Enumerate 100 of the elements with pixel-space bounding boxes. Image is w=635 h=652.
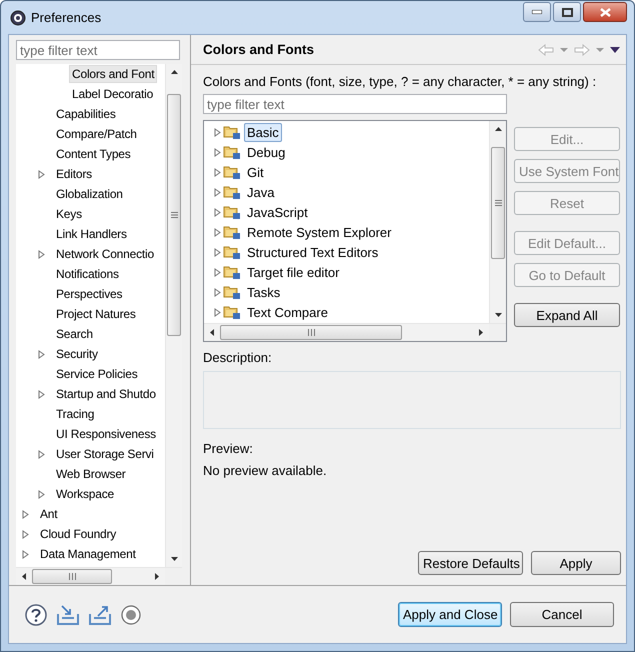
- scroll-right-icon: [155, 573, 159, 580]
- expand-arrow-icon[interactable]: [21, 510, 30, 518]
- grip-icon: [494, 200, 502, 206]
- dialog-button[interactable]: Apply and Close: [398, 602, 502, 627]
- filter-field[interactable]: type filter text: [203, 94, 507, 114]
- expand-arrow-icon[interactable]: [37, 350, 46, 358]
- close-button[interactable]: [583, 2, 627, 22]
- folder-icon: [223, 164, 241, 180]
- maximize-button[interactable]: [553, 2, 581, 22]
- expand-arrow-icon[interactable]: [213, 308, 222, 316]
- minimize-button[interactable]: [523, 2, 551, 22]
- preference-page-item[interactable]: Colors and Font: [69, 65, 158, 83]
- folder-icon: [223, 124, 241, 140]
- preference-page-item[interactable]: Network Connectio: [53, 245, 157, 263]
- record-icon[interactable]: [121, 604, 141, 624]
- preference-page-item[interactable]: Content Types: [53, 145, 134, 163]
- scroll-right-icon: [479, 329, 483, 336]
- category-item[interactable]: Target file editor: [244, 262, 342, 282]
- preference-page-item[interactable]: Perspectives: [53, 285, 126, 303]
- help-icon[interactable]: [25, 604, 47, 626]
- expand-arrow-icon[interactable]: [213, 128, 222, 136]
- page-button[interactable]: Apply: [531, 551, 621, 575]
- side-button[interactable]: Expand All: [514, 303, 620, 327]
- preference-page-item[interactable]: Service Policies: [53, 365, 140, 383]
- folder-icon: [223, 144, 241, 160]
- expand-arrow-icon[interactable]: [213, 188, 222, 196]
- preference-page-item[interactable]: Web Browser: [53, 465, 129, 483]
- expand-arrow-icon[interactable]: [37, 250, 46, 258]
- preference-page-item[interactable]: Tracing: [53, 405, 98, 423]
- preference-page-item[interactable]: Startup and Shutdo: [53, 385, 159, 403]
- expand-arrow-icon[interactable]: [213, 148, 222, 156]
- expand-arrow-icon[interactable]: [213, 168, 222, 176]
- category-item[interactable]: Tasks: [244, 282, 284, 302]
- preference-page-item[interactable]: Notifications: [53, 265, 122, 283]
- preference-page-item[interactable]: Workspace: [53, 485, 118, 503]
- grip-icon: [170, 212, 178, 218]
- description-label: Description:: [203, 350, 273, 365]
- filter-field[interactable]: type filter text: [16, 40, 180, 60]
- preference-page-item[interactable]: User Storage Servi: [53, 445, 157, 463]
- folder-icon: [223, 304, 241, 320]
- preference-page-item[interactable]: Globalization: [53, 185, 126, 203]
- category-item[interactable]: Basic: [244, 122, 282, 142]
- caret-icon[interactable]: [560, 48, 568, 52]
- folder-icon: [223, 204, 241, 220]
- caret-icon[interactable]: [596, 48, 604, 52]
- preference-page-item[interactable]: UI Responsiveness: [53, 425, 159, 443]
- preference-page-item[interactable]: Security: [53, 345, 101, 363]
- grip-icon: [68, 573, 76, 580]
- expand-arrow-icon[interactable]: [213, 228, 222, 236]
- preference-page-item[interactable]: Cloud Foundry: [37, 525, 120, 543]
- scroll-down-icon: [494, 313, 502, 317]
- dialog-button[interactable]: Cancel: [510, 602, 614, 627]
- category-item[interactable]: JavaScript: [244, 202, 311, 222]
- category-item[interactable]: Git: [244, 162, 267, 182]
- folder-icon: [223, 224, 241, 240]
- folder-icon: [223, 184, 241, 200]
- expand-arrow-icon[interactable]: [213, 268, 222, 276]
- preview-text: No preview available.: [203, 463, 328, 478]
- scrollbar-thumb[interactable]: [167, 94, 181, 336]
- grip-icon: [308, 329, 314, 336]
- preference-page-item[interactable]: Compare/Patch: [53, 125, 140, 143]
- expand-arrow-icon[interactable]: [37, 390, 46, 398]
- scrollbar-thumb[interactable]: [491, 147, 505, 259]
- preference-page-item[interactable]: Search: [53, 325, 96, 343]
- expand-arrow-icon[interactable]: [37, 450, 46, 458]
- category-item[interactable]: Text Compare: [244, 302, 331, 322]
- folder-icon: [223, 244, 241, 260]
- expand-arrow-icon[interactable]: [213, 248, 222, 256]
- export-icon[interactable]: [89, 604, 111, 624]
- page-title: Colors and Fonts: [203, 42, 314, 57]
- horizontal-scrollbar[interactable]: [204, 323, 506, 341]
- preference-page-item[interactable]: Editors: [53, 165, 95, 183]
- menu-caret-icon[interactable]: [610, 46, 620, 52]
- preference-page-item[interactable]: Ant: [37, 505, 60, 523]
- preference-page-item[interactable]: Keys: [53, 205, 85, 223]
- category-item[interactable]: Structured Text Editors: [244, 242, 382, 262]
- scrollbar-thumb[interactable]: [220, 325, 402, 340]
- preference-page-item[interactable]: Link Handlers: [53, 225, 130, 243]
- preference-page-item[interactable]: Data Management: [37, 545, 139, 563]
- scroll-up-icon: [494, 127, 502, 131]
- category-item[interactable]: Debug: [244, 142, 288, 162]
- preference-page-item[interactable]: Project Natures: [53, 305, 139, 323]
- category-item[interactable]: Remote System Explorer: [244, 222, 394, 242]
- scroll-left-icon: [22, 573, 26, 580]
- folder-icon: [223, 284, 241, 300]
- preference-page-item[interactable]: Label Decoratio: [69, 85, 156, 103]
- import-icon[interactable]: [57, 604, 79, 624]
- expand-arrow-icon[interactable]: [21, 550, 30, 558]
- vertical-scrollbar[interactable]: [489, 121, 506, 323]
- window-title: Preferences: [31, 10, 102, 25]
- expand-arrow-icon[interactable]: [37, 490, 46, 498]
- expand-arrow-icon[interactable]: [213, 208, 222, 216]
- scrollbar-thumb[interactable]: [32, 569, 112, 584]
- minimize-icon: [532, 10, 542, 14]
- preference-page-item[interactable]: Capabilities: [53, 105, 119, 123]
- category-item[interactable]: Java: [244, 182, 278, 202]
- expand-arrow-icon[interactable]: [21, 530, 30, 538]
- page-button[interactable]: Restore Defaults: [418, 551, 523, 575]
- expand-arrow-icon[interactable]: [213, 288, 222, 296]
- expand-arrow-icon[interactable]: [37, 170, 46, 178]
